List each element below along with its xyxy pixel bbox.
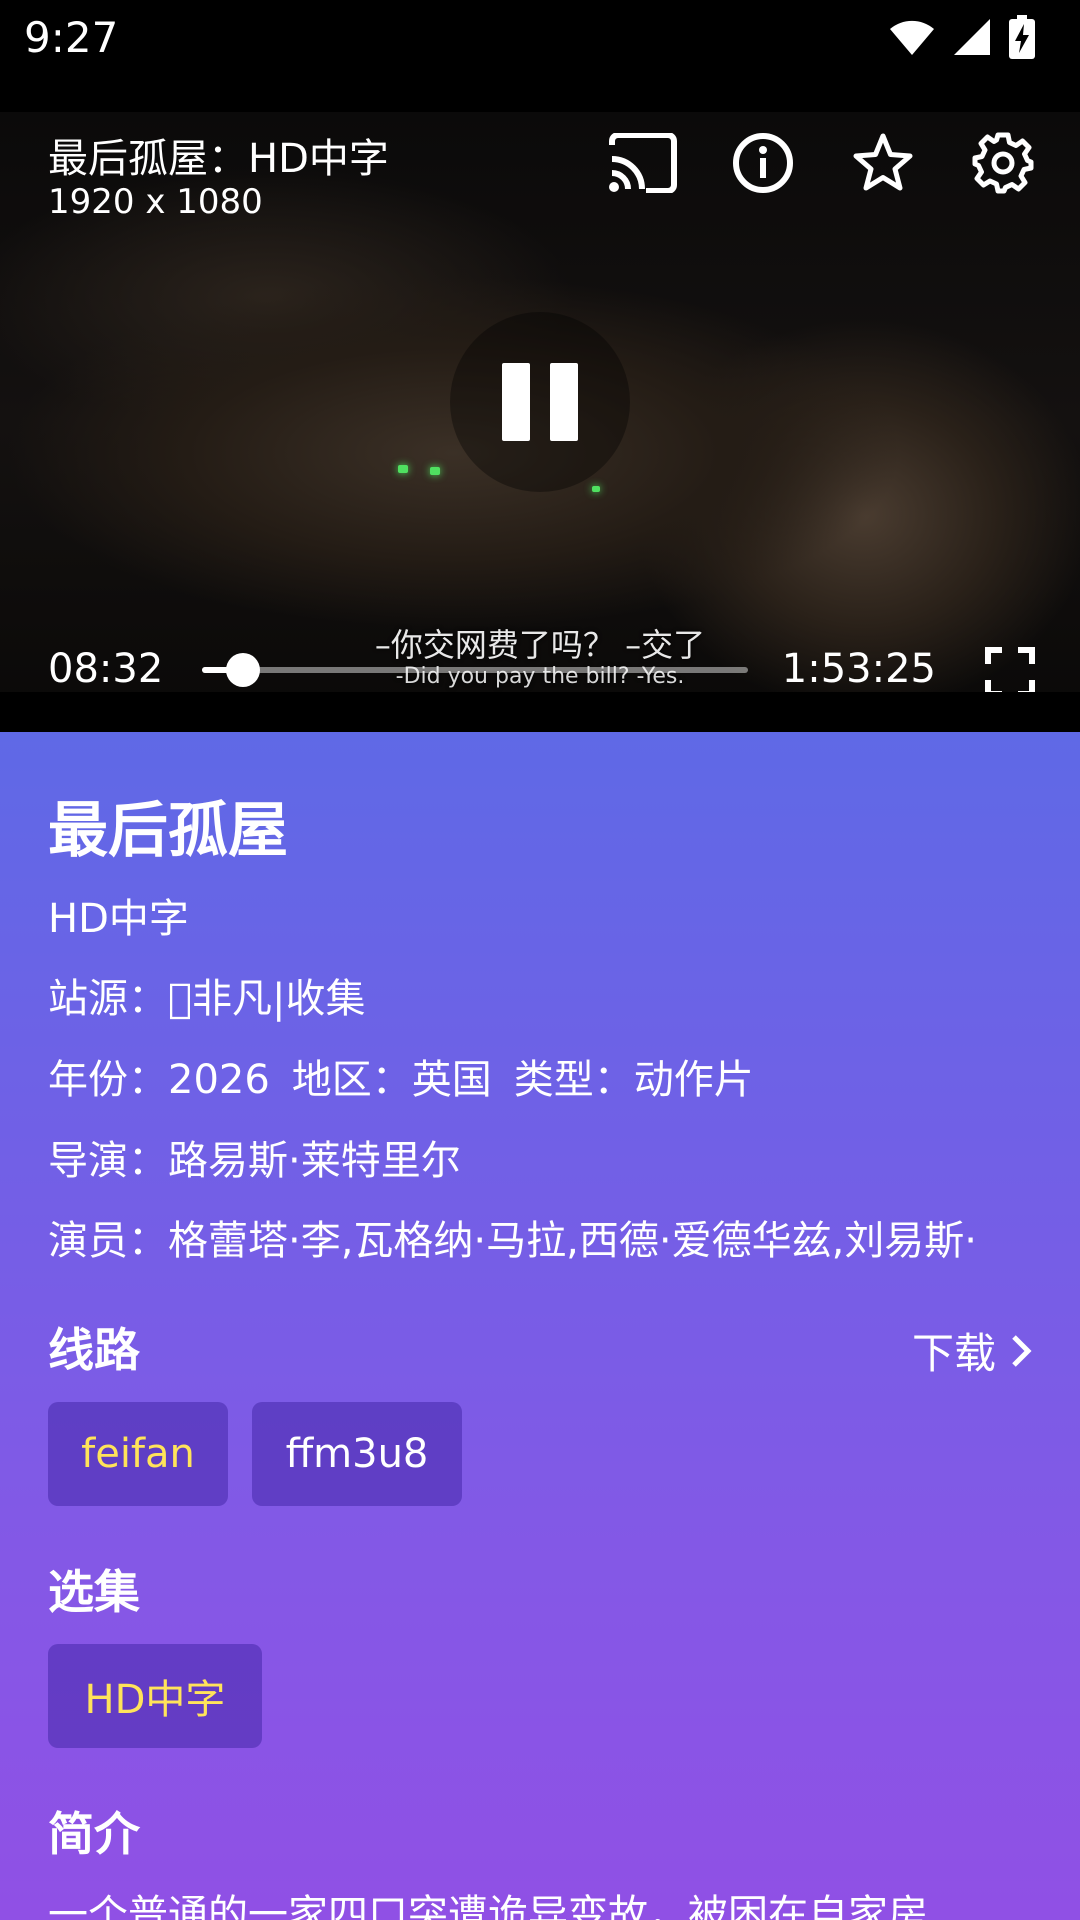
episode-chip[interactable]: HD中字 xyxy=(48,1644,262,1748)
cast-label: 演员：格蕾塔·李,瓦格纳·马拉,西德·爱德华兹,刘易斯· xyxy=(48,1218,978,1264)
status-time: 9:27 xyxy=(24,12,119,62)
video-player[interactable]: 最后孤屋：HD中字 1920 x 1080 –你交网费了吗？ –交了 -Did … xyxy=(0,112,1080,732)
region-label: 地区： xyxy=(291,1057,412,1103)
battery-charging-icon xyxy=(1009,15,1035,59)
screen: 9:27 最后孤屋：HD中字 1920 x 1080 –你交网费了吗？ –交了 … xyxy=(0,0,1080,1920)
favorite-button[interactable] xyxy=(846,126,920,200)
meta-line: 年份：2026 地区：英国 类型：动作片 xyxy=(48,1047,754,1105)
total-time: 1:53:25 xyxy=(781,646,936,692)
routes-title: 线路 xyxy=(48,1323,140,1377)
year-label: 年份： xyxy=(48,1057,168,1103)
device-light xyxy=(398,465,408,473)
device-light xyxy=(430,467,440,475)
route-chip-ffm3u8[interactable]: ffm3u8 xyxy=(252,1402,462,1506)
player-bottom-bar xyxy=(0,692,1080,732)
device-light xyxy=(592,486,600,492)
region-value: 英国 xyxy=(411,1057,492,1103)
star-icon xyxy=(853,133,913,191)
download-label: 下载 xyxy=(911,1329,996,1378)
pause-icon xyxy=(550,363,578,441)
settings-button[interactable] xyxy=(966,126,1040,200)
status-icons xyxy=(888,15,1036,59)
player-title: 最后孤屋：HD中字 xyxy=(48,136,389,182)
player-toolbar xyxy=(606,126,1040,200)
movie-title: 最后孤屋 xyxy=(48,796,288,866)
wifi-icon xyxy=(890,20,934,55)
episodes-title: 选集 xyxy=(48,1565,140,1619)
quality-label: HD中字 xyxy=(48,896,189,942)
info-icon xyxy=(733,133,793,193)
cast-icon xyxy=(609,133,677,193)
cast-button[interactable] xyxy=(606,126,680,200)
chevron-right-icon xyxy=(1012,1334,1032,1367)
download-button[interactable]: 下载 xyxy=(912,1320,1032,1381)
pause-button[interactable] xyxy=(450,312,630,492)
status-bar: 9:27 xyxy=(0,0,1080,112)
signal-icon xyxy=(954,19,990,55)
seek-bar[interactable] xyxy=(202,653,748,687)
info-button[interactable] xyxy=(726,126,800,200)
genre-value: 动作片 xyxy=(633,1057,754,1103)
settings-icon xyxy=(972,132,1034,194)
genre-label: 类型： xyxy=(513,1057,634,1103)
details-panel: 最后孤屋 HD中字 站源： 非凡|收集 年份：2026 地区：英国 类型：动作片 导… xyxy=(0,732,1080,1920)
route-chip-feifan[interactable]: feifan xyxy=(48,1402,228,1506)
synopsis-text: 一个普通的一家四口突遭诡异变故，被困在自家房 xyxy=(48,1892,928,1920)
year-value: 2026 xyxy=(168,1057,270,1103)
seek-thumb[interactable] xyxy=(225,653,260,687)
pause-icon xyxy=(502,363,530,441)
source-label: 站源： 非凡|收集 xyxy=(48,976,366,1022)
director-label: 导演：路易斯·莱特里尔 xyxy=(48,1138,461,1184)
current-time: 08:32 xyxy=(48,646,164,692)
intro-title: 简介 xyxy=(48,1807,140,1861)
player-resolution: 1920 x 1080 xyxy=(48,182,263,222)
